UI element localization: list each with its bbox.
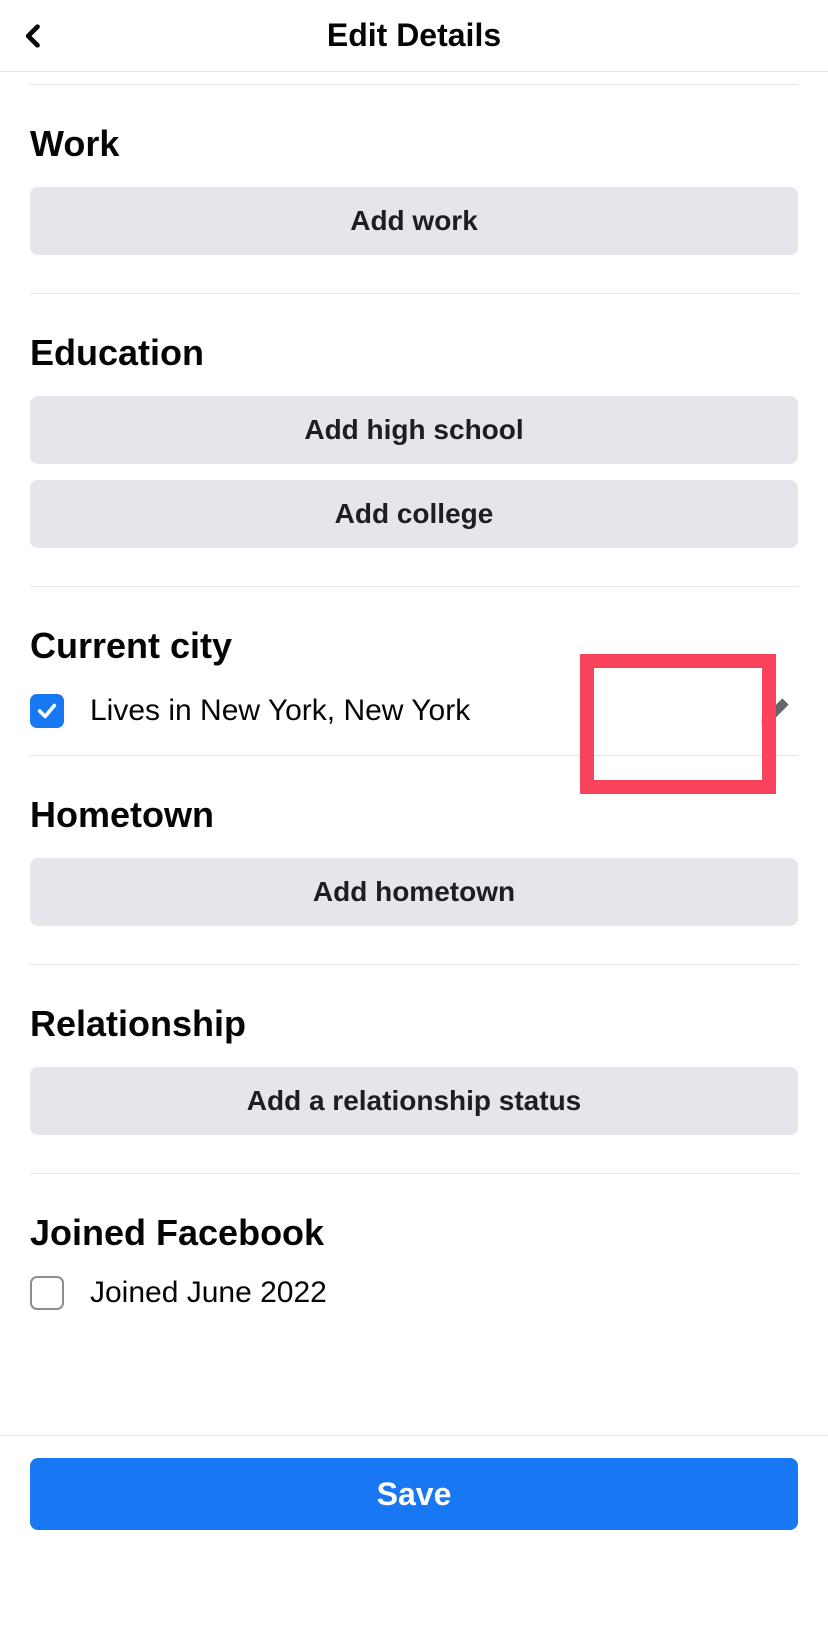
joined-facebook-checkbox[interactable]: [30, 1276, 64, 1310]
page-title: Edit Details: [20, 17, 808, 54]
current-city-checkbox[interactable]: [30, 694, 64, 728]
divider: [30, 586, 798, 587]
divider: [30, 1173, 798, 1174]
section-title-joined-facebook: Joined Facebook: [30, 1212, 798, 1254]
add-relationship-button[interactable]: Add a relationship status: [30, 1067, 798, 1135]
joined-facebook-row: Joined June 2022: [30, 1276, 798, 1310]
current-city-row: Lives in New York, New York: [30, 689, 798, 733]
add-college-button[interactable]: Add college: [30, 480, 798, 548]
joined-facebook-label: Joined June 2022: [90, 1276, 798, 1310]
divider: [30, 964, 798, 965]
section-title-hometown: Hometown: [30, 794, 798, 836]
footer: Save: [0, 1435, 828, 1625]
section-title-current-city: Current city: [30, 625, 798, 667]
check-icon: [36, 700, 58, 722]
header: Edit Details: [0, 0, 828, 72]
content: Work Add work Education Add high school …: [0, 84, 828, 1310]
add-high-school-button[interactable]: Add high school: [30, 396, 798, 464]
divider: [30, 755, 798, 756]
section-title-education: Education: [30, 332, 798, 374]
chevron-left-icon: [20, 22, 48, 50]
section-title-relationship: Relationship: [30, 1003, 798, 1045]
add-hometown-button[interactable]: Add hometown: [30, 858, 798, 926]
save-button[interactable]: Save: [30, 1458, 798, 1530]
divider: [30, 293, 798, 294]
add-work-button[interactable]: Add work: [30, 187, 798, 255]
top-divider: [30, 84, 798, 85]
pencil-icon: [757, 692, 795, 730]
section-title-work: Work: [30, 123, 798, 165]
edit-current-city-button[interactable]: [754, 689, 798, 733]
current-city-label: Lives in New York, New York: [90, 694, 728, 728]
back-button[interactable]: [20, 22, 48, 50]
